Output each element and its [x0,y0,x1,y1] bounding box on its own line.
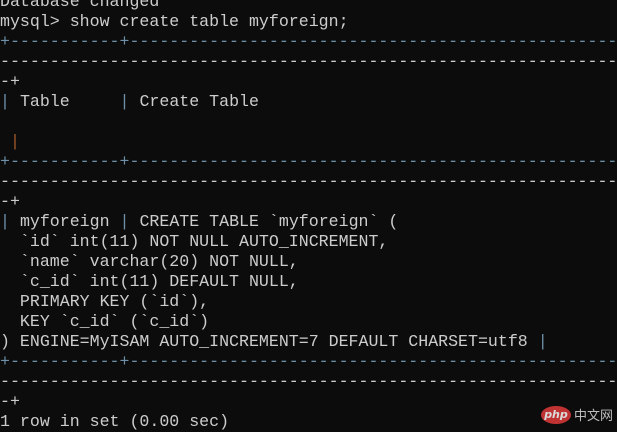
ddl-line: CREATE TABLE `myforeign` ( [139,212,399,231]
terminal-output: Database changed mysql> show create tabl… [0,0,617,432]
table-border: +-----------+---------------------------… [0,352,617,371]
table-border: ----------------------------------------… [0,172,617,191]
table-border: +-----------+---------------------------… [0,152,617,171]
table-border: -+ [0,72,20,91]
header-create-table: Create Table [139,92,259,111]
header-table: Table [19,92,70,111]
header-wrap-row: | [9,132,20,151]
table-border: +-----------+---------------------------… [0,32,617,51]
status-line: Database changed [0,0,160,11]
cell-table: myforeign [19,212,110,231]
table-border: -+ [0,392,20,411]
ddl-line: PRIMARY KEY (`id`), [0,292,210,311]
table-row: | myforeign | CREATE TABLE `myforeign` ( [0,212,399,231]
ddl-line: `c_id` int(11) DEFAULT NULL, [0,272,299,291]
ddl-line: KEY `c_id` (`c_id`) [0,312,210,331]
ddl-line: `id` int(11) NOT NULL AUTO_INCREMENT, [0,232,389,251]
command-line: mysql> show create table myforeign; [0,12,349,31]
table-border: ----------------------------------------… [0,52,617,71]
php-logo-icon: php [540,405,571,424]
table-border: ----------------------------------------… [0,372,617,391]
watermark: php 中文网 [540,405,613,424]
table-header-row: | Table | Create Table [0,92,259,111]
result-summary: 1 row in set (0.00 sec) [0,412,230,431]
watermark-text: 中文网 [573,409,613,424]
ddl-line: `name` varchar(20) NOT NULL, [0,252,299,271]
ddl-line: ) ENGINE=MyISAM AUTO_INCREMENT=7 DEFAULT… [0,332,528,351]
table-border: -+ [0,192,20,211]
